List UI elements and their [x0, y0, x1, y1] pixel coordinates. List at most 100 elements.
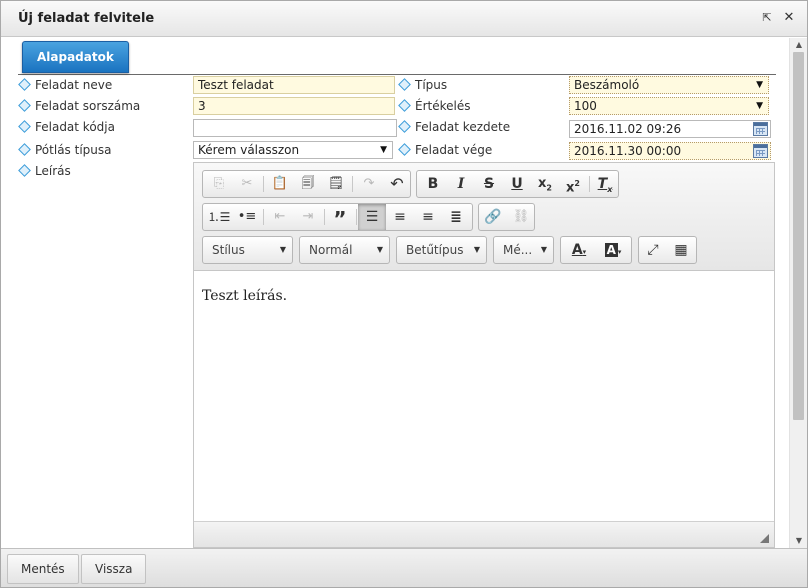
- task-number-input[interactable]: 3: [193, 97, 395, 115]
- cut-icon[interactable]: ✂: [233, 171, 261, 197]
- makeup-type-label: Pótlás típusa: [18, 142, 112, 158]
- description-label: Leírás: [18, 163, 71, 179]
- outdent-icon[interactable]: ⇤: [266, 204, 294, 230]
- toolbar-separator: [263, 176, 264, 192]
- save-button[interactable]: Mentés: [7, 554, 79, 584]
- editor-resize-bar: [194, 521, 774, 547]
- end-label: Feladat vége: [398, 142, 493, 158]
- undo-icon[interactable]: ↶: [383, 171, 411, 197]
- remove-format-icon[interactable]: Tx: [591, 171, 619, 197]
- task-number-label-text: Feladat sorszáma: [35, 99, 141, 113]
- task-code-input[interactable]: [193, 119, 397, 137]
- strikethrough-icon[interactable]: S: [475, 171, 503, 197]
- chevron-down-icon: ▼: [380, 145, 387, 155]
- makeup-type-value: Kérem válasszon: [198, 143, 300, 157]
- italic-icon[interactable]: I: [447, 171, 475, 197]
- tab-alapadatok[interactable]: Alapadatok: [22, 41, 129, 73]
- font-combo[interactable]: Betűtípus ▼: [396, 236, 487, 264]
- style-combo[interactable]: Stílus ▼: [202, 236, 293, 264]
- required-diamond-icon: [18, 78, 31, 91]
- tools-group: ⤢ ▦: [638, 236, 697, 264]
- link-icon[interactable]: 🔗: [479, 204, 507, 230]
- task-name-input[interactable]: Teszt feladat: [193, 76, 395, 94]
- popout-icon[interactable]: ⇱: [760, 11, 774, 25]
- chevron-down-icon: ▼: [473, 245, 480, 254]
- task-name-label-text: Feladat neve: [35, 78, 113, 92]
- end-date-value: 2016.11.30 00:00: [574, 144, 682, 158]
- scroll-up-icon[interactable]: ▲: [790, 38, 808, 52]
- toolbar-separator: [352, 176, 353, 192]
- superscript-icon[interactable]: x2: [559, 171, 587, 197]
- size-combo-label: Mé...: [503, 243, 533, 257]
- type-label-text: Típus: [415, 78, 448, 92]
- task-number-label: Feladat sorszáma: [18, 98, 141, 114]
- required-diamond-icon: [398, 78, 411, 91]
- bulleted-list-icon[interactable]: •≡: [233, 204, 261, 230]
- type-select[interactable]: Beszámoló ▼: [569, 76, 769, 94]
- editor-content-area[interactable]: Teszt leírás.: [194, 271, 774, 521]
- toolbar-separator: [356, 209, 357, 225]
- chevron-down-icon: ▼: [756, 80, 763, 90]
- calendar-icon[interactable]: [753, 144, 768, 158]
- resize-grip-icon[interactable]: [760, 534, 769, 543]
- makeup-type-select[interactable]: Kérem válasszon ▼: [193, 141, 393, 159]
- indent-icon[interactable]: ⇥: [294, 204, 322, 230]
- unlink-icon[interactable]: ⛓: [507, 204, 535, 230]
- table-icon[interactable]: ▦: [667, 237, 695, 263]
- dialog-title: Új feladat felvitele: [18, 11, 155, 26]
- type-value: Beszámoló: [574, 78, 640, 92]
- chevron-down-icon: ▼: [540, 245, 547, 254]
- text-color-icon[interactable]: A▾: [563, 237, 595, 263]
- close-icon[interactable]: ✕: [782, 11, 796, 25]
- align-left-icon[interactable]: ☰: [358, 204, 386, 230]
- end-date-input[interactable]: 2016.11.30 00:00: [569, 142, 771, 160]
- numbered-list-icon[interactable]: ⒈☰: [205, 204, 233, 230]
- paste-text-icon[interactable]: 🗒: [322, 171, 350, 197]
- diamond-icon: [18, 120, 31, 133]
- makeup-type-label-text: Pótlás típusa: [35, 143, 112, 157]
- tab-bar: Alapadatok: [18, 41, 776, 75]
- underline-icon[interactable]: U: [503, 171, 531, 197]
- diamond-icon: [18, 164, 31, 177]
- back-button[interactable]: Vissza: [81, 554, 147, 584]
- toolbar-separator: [589, 176, 590, 192]
- bold-icon[interactable]: B: [419, 171, 447, 197]
- maximize-icon[interactable]: ⤢: [639, 237, 667, 263]
- redo-icon[interactable]: ↷: [355, 171, 383, 197]
- required-diamond-icon: [398, 143, 411, 156]
- calendar-icon[interactable]: [753, 122, 768, 136]
- blockquote-icon[interactable]: ”: [326, 204, 354, 231]
- copy-icon[interactable]: ⎘: [205, 171, 233, 197]
- vertical-scrollbar[interactable]: ▲ ▼: [789, 38, 807, 548]
- dialog-footer: Mentés Vissza: [1, 548, 807, 587]
- start-date-value: 2016.11.02 09:26: [574, 122, 682, 136]
- clipboard-group: ⎘ ✂ 📋 🗐 🗒 ↷ ↶: [202, 170, 411, 198]
- task-name-label: Feladat neve: [18, 77, 113, 93]
- align-center-icon[interactable]: ≡: [386, 204, 414, 230]
- editor-toolbar: ⎘ ✂ 📋 🗐 🗒 ↷ ↶ B I S U x2 x2 Tx ⒈☰ •≡ ⇤ ⇥…: [194, 163, 774, 271]
- paragraph-group: ⒈☰ •≡ ⇤ ⇥ ” ☰ ≡ ≡ ≣: [202, 203, 473, 231]
- dialog-titlebar: Új feladat felvitele ⇱ ✕: [1, 1, 807, 37]
- end-label-text: Feladat vége: [415, 143, 493, 157]
- scroll-down-icon[interactable]: ▼: [790, 534, 808, 548]
- required-diamond-icon: [18, 99, 31, 112]
- paste-word-icon[interactable]: 🗐: [294, 171, 322, 197]
- scrollbar-thumb[interactable]: [793, 52, 804, 420]
- rating-label-text: Értékelés: [415, 99, 471, 113]
- font-combo-label: Betűtípus: [406, 243, 464, 257]
- colors-group: A▾ A ▾: [560, 236, 632, 264]
- paste-icon[interactable]: 📋: [266, 171, 294, 197]
- align-right-icon[interactable]: ≡: [414, 204, 442, 230]
- align-justify-icon[interactable]: ≣: [442, 204, 470, 230]
- start-date-input[interactable]: 2016.11.02 09:26: [569, 120, 771, 138]
- format-combo[interactable]: Normál ▼: [299, 236, 390, 264]
- dialog-content: Alapadatok Feladat neve Feladat sorszáma…: [1, 38, 789, 548]
- rating-select[interactable]: 100 ▼: [569, 97, 769, 115]
- size-combo[interactable]: Mé... ▼: [493, 236, 554, 264]
- background-color-icon[interactable]: A ▾: [597, 237, 629, 263]
- toolbar-separator: [263, 209, 264, 225]
- description-editor: ⎘ ✂ 📋 🗐 🗒 ↷ ↶ B I S U x2 x2 Tx ⒈☰ •≡ ⇤ ⇥…: [193, 162, 775, 548]
- chevron-down-icon: ▼: [376, 245, 383, 254]
- subscript-icon[interactable]: x2: [531, 171, 559, 197]
- rating-value: 100: [574, 99, 597, 113]
